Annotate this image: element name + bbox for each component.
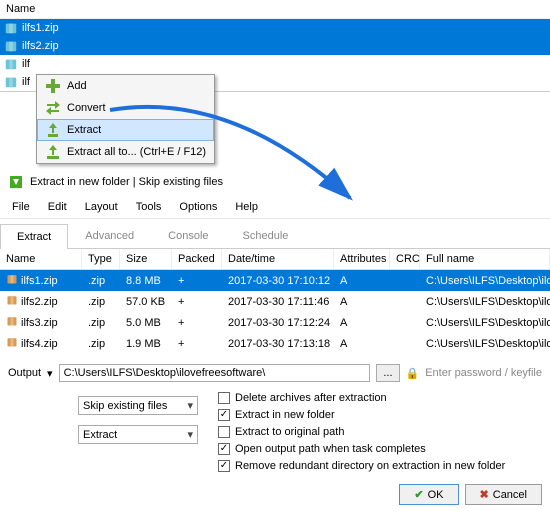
table-header: Name Type Size Packed Date/time Attribut…: [0, 249, 550, 270]
list-item[interactable]: ilfs2.zip: [0, 37, 550, 55]
check-delete-archives[interactable]: Delete archives after extraction: [218, 392, 542, 404]
list-item[interactable]: ilfs1.zip: [0, 19, 550, 37]
col-size[interactable]: Size: [120, 249, 172, 269]
chevron-down-icon: ▾: [187, 399, 193, 412]
checkbox-icon: ✓: [218, 443, 230, 455]
col-crc[interactable]: CRC: [390, 249, 420, 269]
tab-extract[interactable]: Extract: [0, 224, 68, 249]
file-table: Name Type Size Packed Date/time Attribut…: [0, 249, 550, 354]
zip-icon: [6, 315, 18, 330]
ctx-extract-label: Extract: [67, 124, 101, 136]
chevron-down-icon: ▾: [187, 428, 193, 441]
lock-icon: 🔒: [406, 367, 420, 380]
overwrite-mode-select[interactable]: Skip existing files ▾: [78, 396, 198, 415]
table-row[interactable]: ilfs3.zip.zip5.0 MB+2017-03-30 17:12:24A…: [0, 312, 550, 333]
zip-icon: [4, 21, 18, 35]
cancel-button[interactable]: ✖Cancel: [465, 484, 542, 505]
app-icon: [8, 174, 24, 190]
col-packed[interactable]: Packed: [172, 249, 222, 269]
column-header-name[interactable]: Name: [0, 0, 550, 19]
extract-icon: [45, 122, 61, 138]
table-row[interactable]: ilfs1.zip.zip8.8 MB+2017-03-30 17:10:12A…: [0, 270, 550, 291]
close-icon: ✖: [480, 488, 489, 501]
col-type[interactable]: Type: [82, 249, 120, 269]
action-mode-value: Extract: [83, 429, 117, 441]
browse-button[interactable]: ...: [376, 364, 399, 382]
table-row[interactable]: ilfs4.zip.zip1.9 MB+2017-03-30 17:13:18A…: [0, 333, 550, 354]
output-dropdown-icon[interactable]: ▾: [47, 367, 53, 380]
options-panel: Output ▾ C:\Users\ILFS\Desktop\ilovefree…: [0, 354, 550, 478]
zip-icon: [4, 39, 18, 53]
dialog-buttons: ✔OK ✖Cancel: [0, 478, 550, 511]
zip-icon: [6, 273, 18, 288]
window-title-bar: Extract in new folder | Skip existing fi…: [0, 168, 550, 196]
output-path-input[interactable]: C:\Users\ILFS\Desktop\ilovefreesoftware\: [59, 364, 371, 382]
convert-icon: [45, 100, 61, 116]
menu-layout[interactable]: Layout: [77, 198, 126, 216]
ctx-add-label: Add: [67, 80, 87, 92]
check-original-path[interactable]: Extract to original path: [218, 426, 542, 438]
check-open-output[interactable]: ✓Open output path when task completes: [218, 443, 542, 455]
tab-console[interactable]: Console: [151, 223, 225, 248]
file-name: ilf: [22, 76, 30, 88]
menu-edit[interactable]: Edit: [40, 198, 75, 216]
output-path-value: C:\Users\ILFS\Desktop\ilovefreesoftware\: [64, 367, 266, 379]
add-icon: [45, 78, 61, 94]
menu-help[interactable]: Help: [227, 198, 266, 216]
checkbox-icon: ✓: [218, 460, 230, 472]
menu-tools[interactable]: Tools: [128, 198, 170, 216]
window-title: Extract in new folder | Skip existing fi…: [30, 176, 223, 188]
menu-options[interactable]: Options: [171, 198, 225, 216]
check-extract-new-folder[interactable]: ✓Extract in new folder: [218, 409, 542, 421]
tab-bar: Extract Advanced Console Schedule: [0, 223, 550, 249]
col-datetime[interactable]: Date/time: [222, 249, 334, 269]
ok-button[interactable]: ✔OK: [399, 484, 458, 505]
ctx-convert-label: Convert: [67, 102, 106, 114]
checkbox-icon: ✓: [218, 409, 230, 421]
zip-icon: [4, 57, 18, 71]
overwrite-mode-value: Skip existing files: [83, 400, 167, 412]
check-icon: ✔: [414, 488, 423, 501]
ctx-extract-all[interactable]: Extract all to... (Ctrl+E / F12): [37, 141, 214, 163]
col-name[interactable]: Name: [0, 249, 82, 269]
output-label: Output: [8, 367, 41, 379]
checkbox-icon: [218, 392, 230, 404]
list-item[interactable]: ilf: [0, 55, 550, 73]
file-name: ilfs2.zip: [22, 40, 59, 52]
checkbox-icon: [218, 426, 230, 438]
table-row[interactable]: ilfs2.zip.zip57.0 KB+2017-03-30 17:11:46…: [0, 291, 550, 312]
context-menu: Add Convert Extract Extract all to... (C…: [36, 74, 215, 164]
password-label[interactable]: Enter password / keyfile: [425, 367, 542, 379]
tab-advanced[interactable]: Advanced: [68, 223, 151, 248]
zip-icon: [6, 294, 18, 309]
action-mode-select[interactable]: Extract ▾: [78, 425, 198, 444]
ctx-extract-all-label: Extract all to... (Ctrl+E / F12): [67, 146, 206, 158]
col-fullname[interactable]: Full name: [420, 249, 550, 269]
zip-icon: [6, 336, 18, 351]
file-name: ilfs1.zip: [22, 22, 59, 34]
extract-all-icon: [45, 144, 61, 160]
ctx-convert[interactable]: Convert: [37, 97, 214, 119]
col-attributes[interactable]: Attributes: [334, 249, 390, 269]
ctx-extract[interactable]: Extract: [37, 119, 214, 141]
menu-file[interactable]: File: [4, 198, 38, 216]
menubar: File Edit Layout Tools Options Help: [0, 196, 550, 219]
tab-schedule[interactable]: Schedule: [226, 223, 306, 248]
ctx-add[interactable]: Add: [37, 75, 214, 97]
check-remove-redundant[interactable]: ✓Remove redundant directory on extractio…: [218, 460, 542, 472]
zip-icon: [4, 75, 18, 89]
file-name: ilf: [22, 58, 30, 70]
